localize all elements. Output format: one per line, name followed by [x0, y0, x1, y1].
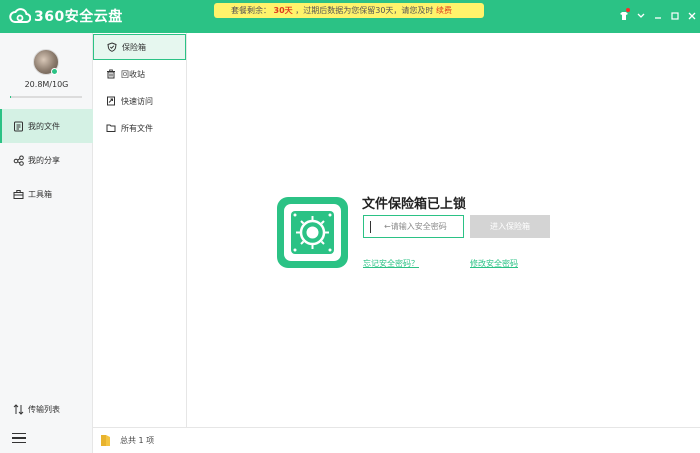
maximize-icon — [670, 12, 679, 20]
notice-days: 30天 — [273, 6, 293, 15]
nav-item-my-share[interactable]: 我的分享 — [0, 143, 93, 177]
package-notice: 套餐剩余： 30天 ，过期后数据为您保留30天，请您及时 续费 — [214, 3, 484, 18]
safe-lock-icon — [277, 197, 348, 268]
subnav-item-quick-access[interactable]: 快速访问 — [93, 88, 186, 114]
transfer-icon — [12, 403, 25, 416]
forgot-password-link[interactable]: 忘记安全密码？ — [363, 258, 419, 269]
cloud-logo-icon — [9, 8, 31, 23]
main-sidebar: 20.8M/10G 我的文件 我的分享 工具箱 传输列表 — [0, 33, 93, 453]
subnav-item-vault[interactable]: 保险箱 — [93, 34, 186, 60]
notice-prefix: 套餐剩余： — [231, 6, 271, 15]
change-password-link[interactable]: 修改安全密码 — [470, 258, 518, 269]
file-icon — [12, 120, 25, 133]
notification-dot — [626, 8, 630, 12]
minimize-icon — [654, 17, 661, 19]
skin-icon — [619, 12, 628, 20]
trash-icon — [105, 68, 117, 80]
secondary-sidebar: 保险箱 回收站 快速访问 所有文件 — [93, 33, 187, 427]
file-folder-icon — [101, 435, 110, 446]
minimize-button[interactable] — [649, 7, 666, 25]
share-icon — [12, 154, 25, 167]
app-logo-text: 360安全云盘 — [34, 9, 123, 25]
vault-panel: 文件保险箱已上锁 ←请输入安全密码 进入保险箱 忘记安全密码？ 修改安全密码 — [187, 33, 700, 427]
quota-progress-bar — [10, 96, 82, 98]
quota-progress-fill — [10, 96, 11, 98]
renew-link[interactable]: 续费 — [436, 6, 452, 15]
storage-quota: 20.8M/10G — [24, 80, 69, 89]
quick-access-icon — [105, 95, 117, 107]
text-caret — [370, 221, 371, 233]
window-controls — [615, 6, 700, 26]
subnav-item-all-files[interactable]: 所有文件 — [93, 115, 186, 141]
password-placeholder: ←请输入安全密码 — [384, 222, 447, 231]
notice-middle: ，过期后数据为您保留30天，请您及时 — [295, 6, 434, 15]
vault-locked-title: 文件保险箱已上锁 — [362, 197, 467, 212]
transfer-list-button[interactable]: 传输列表 — [0, 397, 93, 421]
transfer-list-label: 传输列表 — [28, 404, 60, 414]
folder-icon — [105, 122, 117, 134]
subnav-item-recycle-bin[interactable]: 回收站 — [93, 61, 186, 87]
nav-item-label: 工具箱 — [28, 189, 52, 199]
nav-item-label: 我的文件 — [28, 121, 60, 131]
enter-vault-button[interactable]: 进入保险箱 — [470, 215, 550, 238]
security-password-input[interactable]: ←请输入安全密码 — [363, 215, 464, 238]
shield-icon — [106, 41, 118, 53]
menu-dropdown-button[interactable] — [632, 7, 649, 25]
nav-item-toolbox[interactable]: 工具箱 — [0, 177, 93, 211]
avatar-badge-icon — [51, 68, 58, 75]
subnav-item-label: 回收站 — [121, 69, 145, 79]
app-logo: 360安全云盘 — [9, 6, 123, 26]
title-bar: 360安全云盘 套餐剩余： 30天 ，过期后数据为您保留30天，请您及时 续费 — [0, 0, 700, 33]
hamburger-menu-icon[interactable] — [12, 431, 26, 445]
nav-item-my-files[interactable]: 我的文件 — [0, 109, 93, 143]
close-icon — [688, 12, 695, 20]
close-button[interactable] — [683, 7, 700, 25]
nav-item-label: 我的分享 — [28, 155, 60, 165]
skin-button[interactable] — [615, 7, 632, 25]
subnav-item-label: 保险箱 — [122, 42, 146, 52]
subnav-item-label: 快速访问 — [121, 96, 153, 106]
status-bar: 总共 1 项 — [93, 427, 700, 453]
maximize-button[interactable] — [666, 7, 683, 25]
toolbox-icon — [12, 188, 25, 201]
subnav-item-label: 所有文件 — [121, 123, 153, 133]
item-count: 总共 1 项 — [120, 436, 155, 445]
chevron-down-icon — [637, 13, 644, 18]
